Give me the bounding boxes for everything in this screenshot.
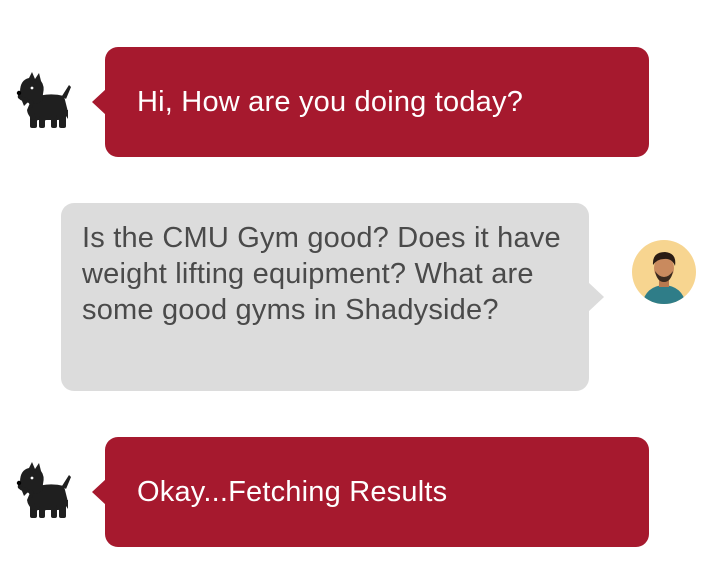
bot-message-bubble: Hi, How are you doing today? — [92, 47, 649, 157]
user-message-bubble: Is the CMU Gym good? Does it have weight… — [61, 203, 604, 391]
bot-message-bubble: Okay...Fetching Results — [92, 437, 649, 547]
user-avatar — [632, 240, 696, 304]
scottie-dog-icon — [16, 462, 71, 518]
user-avatar-image — [632, 240, 696, 304]
message-text: Hi, How are you doing today? — [137, 86, 524, 118]
scottie-dog-icon — [16, 72, 71, 128]
chat-thread: Hi, How are you doing today? Is the CMU … — [0, 0, 706, 584]
message-text: Okay...Fetching Results — [137, 476, 448, 508]
message-text: Is the CMU Gym good? Does it have weight… — [82, 222, 561, 326]
